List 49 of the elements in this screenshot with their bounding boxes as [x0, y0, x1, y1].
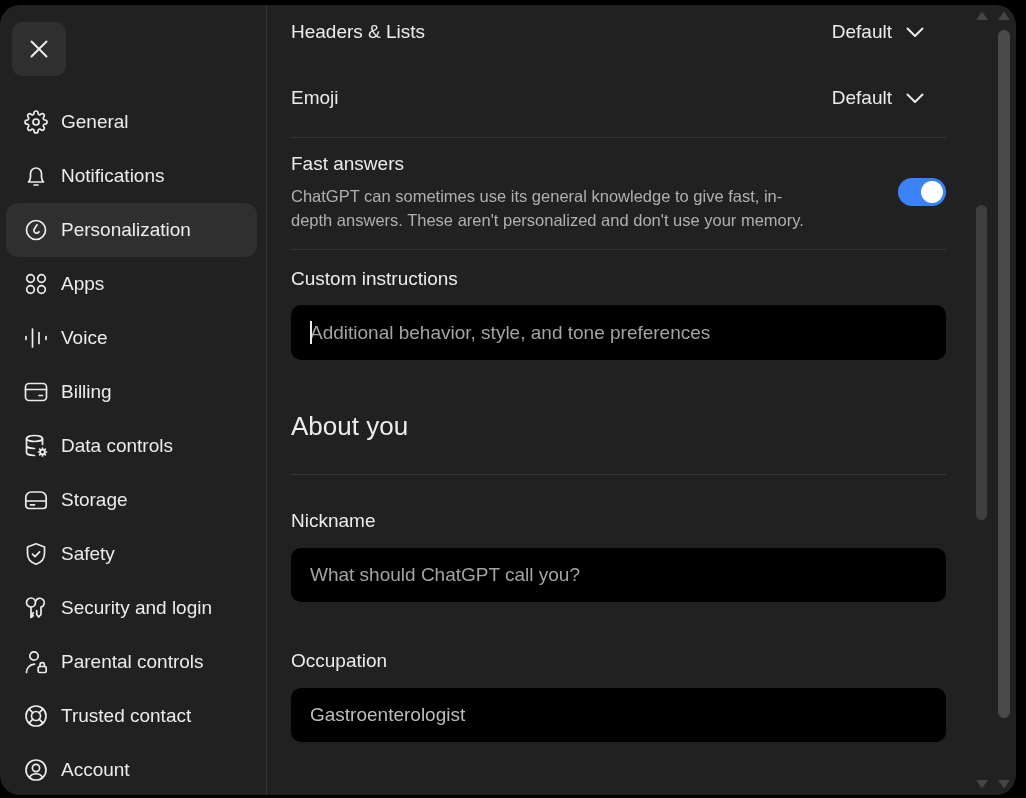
user-circle-icon: [24, 758, 48, 782]
shield-check-icon: [24, 542, 48, 566]
database-gear-icon: [24, 434, 48, 458]
sidebar-item[interactable]: Trusted contact: [6, 689, 257, 743]
person-lock-icon: [24, 650, 48, 674]
text-input[interactable]: Additional behavior, style, and tone preferences: [291, 305, 946, 360]
toggle-switch[interactable]: [898, 178, 946, 206]
sidebar-item[interactable]: Parental controls: [6, 635, 257, 689]
gear-icon: [24, 110, 48, 134]
scrollbar-thumb[interactable]: [976, 205, 987, 520]
scroll-down-arrow-icon[interactable]: [974, 780, 989, 790]
scroll-up-arrow-icon[interactable]: [997, 10, 1011, 20]
chevron-down-icon: [906, 26, 924, 38]
dropdown-button[interactable]: Default: [831, 21, 924, 43]
sidebar-item[interactable]: Security and login: [6, 581, 257, 635]
setting-label: Emoji: [291, 86, 339, 110]
close-icon: [30, 40, 48, 58]
section-heading: About you: [291, 410, 410, 442]
sidebar-item[interactable]: Voice: [6, 311, 257, 365]
scrollbar-thumb[interactable]: [998, 30, 1010, 718]
lifebuoy-icon: [24, 704, 48, 728]
scroll-up-arrow-icon[interactable]: [974, 10, 989, 20]
sound-bars-icon: [24, 326, 48, 350]
sidebar-item[interactable]: Billing: [6, 365, 257, 419]
chevron-down-icon: [906, 92, 924, 104]
sidebar-item[interactable]: Safety: [6, 527, 257, 581]
setting-label: Headers & Lists: [291, 20, 426, 44]
field-label: Custom instructions: [291, 267, 459, 291]
sidebar-item[interactable]: Personalization: [6, 203, 257, 257]
sidebar-item[interactable]: General: [6, 95, 257, 149]
four-circles-icon: [24, 272, 48, 296]
card-icon: [24, 380, 48, 404]
setting-description: ChatGPT can sometimes use its general knowledge to give fast, in-depth answers. These aren't personalized and don't use your memory.: [291, 186, 805, 231]
sidebar-item[interactable]: Notifications: [6, 149, 257, 203]
dropdown-button[interactable]: Default: [831, 87, 924, 109]
text-input[interactable]: What should ChatGPT call you?: [291, 548, 946, 602]
field-label: Nickname: [291, 509, 377, 533]
text-input[interactable]: Gastroenterologist: [291, 688, 946, 742]
sidebar-item[interactable]: Storage: [6, 473, 257, 527]
sidebar-item[interactable]: Data controls: [6, 419, 257, 473]
field-label: Occupation: [291, 649, 389, 673]
swirl-circle-icon: [24, 218, 48, 242]
sidebar-item[interactable]: Apps: [6, 257, 257, 311]
sidebar-item[interactable]: Account: [6, 743, 257, 795]
keys-icon: [24, 596, 48, 620]
drive-icon: [24, 488, 48, 512]
scroll-down-arrow-icon[interactable]: [997, 780, 1011, 790]
setting-label: Fast answers: [291, 152, 405, 176]
close-button[interactable]: [12, 22, 66, 76]
